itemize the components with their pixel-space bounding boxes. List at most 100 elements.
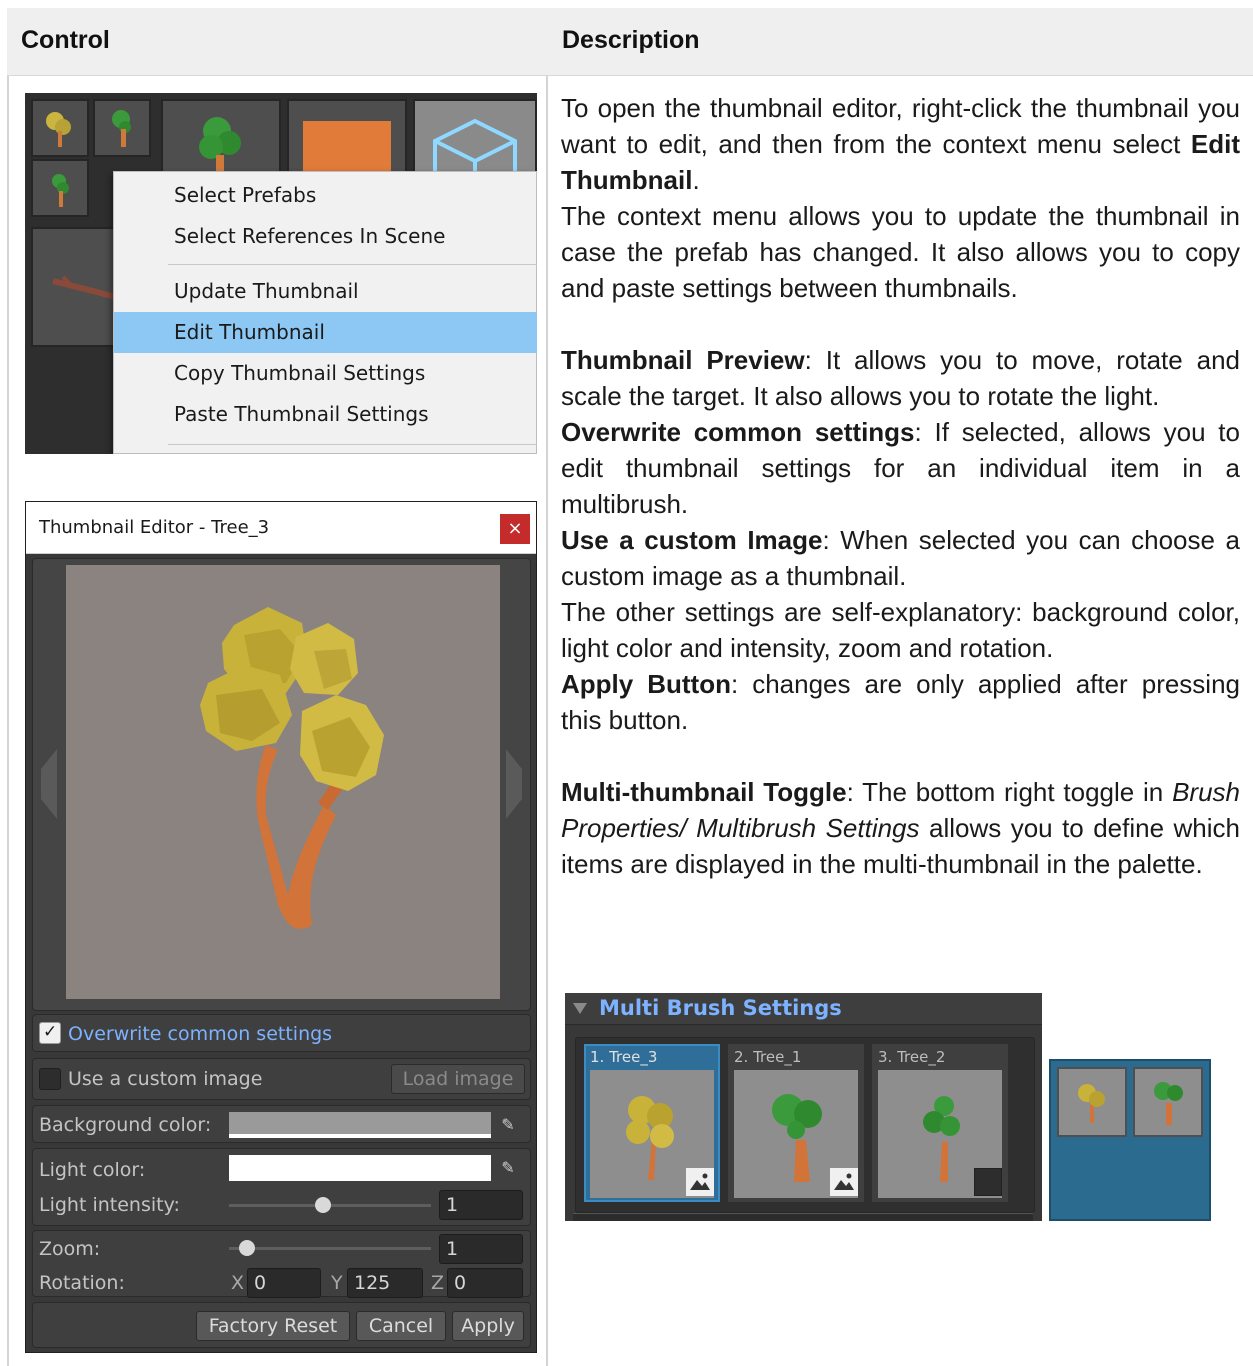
palette-thumbnail[interactable]	[31, 99, 89, 157]
tree-preview-image	[66, 565, 500, 999]
zoom-slider-knob[interactable]	[239, 1240, 255, 1256]
light-intensity-slider-knob[interactable]	[315, 1197, 331, 1213]
foldout-triangle-icon[interactable]	[573, 1003, 587, 1014]
paragraph-context-menu: The context menu allows you to update th…	[561, 201, 1240, 303]
multi-brush-item[interactable]: 3. Tree_2	[872, 1044, 1008, 1202]
overwrite-checkbox[interactable]: ✓	[39, 1022, 61, 1044]
action-buttons-row: Factory Reset Cancel Apply	[32, 1302, 531, 1348]
paragraph-custom-image: Use a custom Image: When selected you ca…	[561, 522, 1240, 594]
rotation-z-field[interactable]: 0	[447, 1268, 523, 1298]
light-intensity-label: Light intensity:	[39, 1194, 180, 1216]
rotation-x-field[interactable]: 0	[247, 1268, 321, 1298]
multi-brush-header[interactable]: Multi Brush Settings	[565, 993, 1042, 1025]
multi-brush-item[interactable]: 2. Tree_1	[728, 1044, 864, 1202]
menu-item-edit-thumbnail[interactable]: Edit Thumbnail	[114, 312, 537, 353]
paragraph-other-settings: The other settings are self-explanatory:…	[561, 597, 1240, 663]
menu-item-select-prefabs[interactable]: Select Prefabs	[114, 175, 537, 216]
light-intensity-field[interactable]: 1	[439, 1190, 523, 1220]
background-color-bar	[229, 1134, 491, 1138]
item-label: 1. Tree_3	[590, 1048, 658, 1066]
column-divider-middle	[546, 76, 548, 1366]
multi-thumbnail-cell	[1057, 1067, 1127, 1137]
image-icon	[834, 1173, 854, 1190]
checkmark-icon: ✓	[43, 1022, 58, 1042]
column-divider-left	[7, 76, 9, 1366]
previous-arrow-icon[interactable]	[39, 749, 59, 819]
paragraph-overwrite: Overwrite common settings: If selected, …	[561, 414, 1240, 522]
table-header: Control Description	[7, 8, 1253, 76]
custom-image-label: Use a custom image	[68, 1068, 263, 1090]
bold-term-thumbnail-preview: Thumbnail Preview	[561, 345, 805, 375]
description-text: To open the thumbnail editor, right-clic…	[561, 90, 1240, 882]
paragraph-thumbnail-preview: Thumbnail Preview: It allows you to move…	[561, 342, 1240, 414]
multi-brush-items: 1. Tree_3 2. Tree_1 3. Tree_2	[575, 1037, 1035, 1213]
zoom-label: Zoom:	[39, 1238, 101, 1260]
background-color-row: Background color: ✎	[32, 1105, 531, 1143]
multi-thumbnail-toggle[interactable]	[830, 1168, 858, 1196]
window-title: Thumbnail Editor - Tree_3	[39, 517, 270, 538]
thumbnail-preview[interactable]	[66, 565, 500, 999]
custom-image-checkbox[interactable]	[39, 1068, 61, 1090]
menu-item-update-thumbnail[interactable]: Update Thumbnail	[114, 271, 537, 312]
zoom-slider[interactable]	[229, 1247, 431, 1250]
eyedropper-icon[interactable]: ✎	[495, 1112, 521, 1138]
paragraph-open-editor: To open the thumbnail editor, right-clic…	[561, 90, 1240, 198]
eyedropper-icon[interactable]: ✎	[495, 1155, 521, 1181]
bold-term-apply: Apply Button	[561, 669, 731, 699]
text-run: .	[692, 165, 700, 195]
multi-brush-settings-screenshot: Multi Brush Settings 1. Tree_3 2. Tree_1	[565, 993, 1042, 1221]
window-titlebar[interactable]: Thumbnail Editor - Tree_3 ×	[26, 502, 536, 554]
bold-term-custom-image: Use a custom Image	[561, 525, 823, 555]
next-arrow-icon[interactable]	[504, 749, 524, 819]
background-color-label: Background color:	[39, 1114, 212, 1136]
menu-item-select-references[interactable]: Select References In Scene	[114, 216, 537, 257]
paragraph-apply: Apply Button: changes are only applied a…	[561, 666, 1240, 738]
tree-icon	[1154, 1082, 1183, 1125]
apply-button[interactable]: Apply	[452, 1311, 524, 1341]
palette-multi-thumbnail[interactable]	[1049, 1059, 1211, 1221]
context-menu: Select Prefabs Select References In Scen…	[113, 171, 537, 454]
light-color-swatch[interactable]	[229, 1155, 491, 1181]
close-icon: ×	[507, 518, 523, 539]
text-run: To open the thumbnail editor, right-clic…	[561, 93, 1240, 159]
overwrite-label: Overwrite common settings	[68, 1023, 333, 1045]
custom-image-row: Use a custom image Load image	[32, 1058, 531, 1100]
bold-term-overwrite: Overwrite common settings	[561, 417, 915, 447]
factory-reset-button[interactable]: Factory Reset	[196, 1311, 350, 1341]
menu-separator	[168, 264, 537, 265]
load-image-button[interactable]: Load image	[391, 1064, 525, 1094]
panel-edge	[573, 1213, 1033, 1221]
header-description: Description	[562, 26, 700, 54]
multi-brush-title: Multi Brush Settings	[599, 996, 842, 1020]
context-menu-screenshot: Select Prefabs Select References In Scen…	[25, 93, 537, 454]
multi-thumbnail-toggle[interactable]	[686, 1168, 714, 1196]
image-icon	[690, 1173, 710, 1190]
tree-icon	[33, 161, 87, 215]
light-settings-panel: Light color: ✎ Light intensity: 1	[32, 1148, 531, 1226]
multi-brush-item[interactable]: 1. Tree_3	[584, 1044, 720, 1202]
background-color-swatch[interactable]	[229, 1112, 491, 1138]
menu-separator	[168, 444, 537, 445]
item-label: 3. Tree_2	[878, 1048, 946, 1066]
rotation-label: Rotation:	[39, 1272, 125, 1294]
rotation-y-field[interactable]: 125	[347, 1268, 423, 1298]
cancel-button[interactable]: Cancel	[356, 1311, 446, 1341]
menu-item-copy-thumbnail-settings[interactable]: Copy Thumbnail Settings	[114, 353, 537, 394]
rotation-z-label: Z	[431, 1272, 445, 1294]
bold-term-multi-thumbnail: Multi-thumbnail Toggle	[561, 777, 847, 807]
zoom-field[interactable]: 1	[439, 1234, 523, 1264]
palette-thumbnail[interactable]	[31, 159, 89, 217]
multi-thumbnail-toggle[interactable]	[974, 1168, 1002, 1196]
tree-icon	[95, 101, 149, 155]
menu-item-paste-thumbnail-settings[interactable]: Paste Thumbnail Settings	[114, 394, 537, 435]
rotation-x-label: X	[231, 1272, 245, 1294]
overwrite-row: ✓ Overwrite common settings	[32, 1014, 531, 1052]
thumbnail-editor-window: Thumbnail Editor - Tree_3 × ✓ Overwrite …	[25, 501, 537, 1353]
thumbnail-preview-panel	[32, 558, 531, 1011]
paragraph-multi-thumbnail: Multi-thumbnail Toggle: The bottom right…	[561, 774, 1240, 882]
palette-thumbnail[interactable]	[93, 99, 151, 157]
transform-panel: Zoom: 1 Rotation: X 0 Y 125 Z 0	[32, 1230, 531, 1298]
close-button[interactable]: ×	[500, 514, 530, 544]
